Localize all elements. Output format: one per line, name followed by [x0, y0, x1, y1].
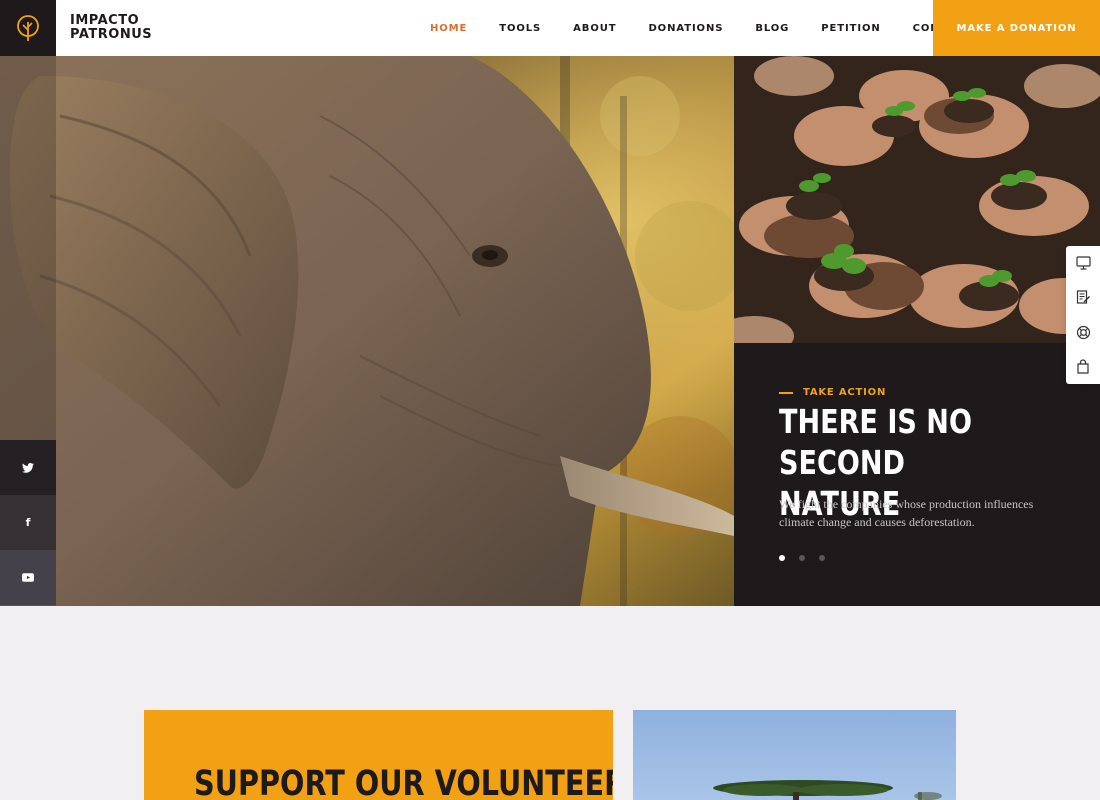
- hero-content-panel: TAKE ACTION THERE IS NO SECOND NATURE We…: [734, 343, 1100, 606]
- twitter-link[interactable]: [0, 440, 56, 495]
- brand-name[interactable]: IMPACTO PATRONUS: [70, 14, 152, 42]
- hands-plants-photo: [734, 56, 1100, 343]
- brand-line-2: PATRONUS: [70, 27, 153, 42]
- nav-home[interactable]: HOME: [430, 23, 467, 34]
- side-tools-panel: [1066, 246, 1100, 384]
- logo[interactable]: [0, 0, 56, 56]
- side-support-button[interactable]: [1066, 315, 1100, 350]
- support-icon: [1076, 325, 1090, 339]
- nav-petition[interactable]: PETITION: [821, 23, 880, 34]
- main-nav: HOME TOOLS ABOUT DONATIONS BLOG PETITION…: [430, 0, 1011, 56]
- section-title: SUPPORT OUR VOLUNTEER: [194, 764, 613, 800]
- eyebrow-line: [779, 391, 793, 394]
- youtube-link[interactable]: [0, 550, 56, 605]
- hero-eyebrow: TAKE ACTION: [779, 387, 886, 398]
- document-edit-icon: [1076, 290, 1090, 304]
- tree-icon: [17, 15, 39, 41]
- monitor-icon: [1075, 256, 1091, 270]
- facebook-icon: f: [25, 516, 31, 529]
- brand-line-1: IMPACTO: [70, 13, 140, 28]
- slider-dot-1[interactable]: [779, 555, 785, 561]
- facebook-link[interactable]: f: [0, 495, 56, 550]
- hero-description: We fight the companies whose production …: [779, 497, 1034, 529]
- volunteer-cta-box: SUPPORT OUR VOLUNTEER: [144, 710, 613, 800]
- slider-dot-3[interactable]: [819, 555, 825, 561]
- site-header: IMPACTO PATRONUS HOME TOOLS ABOUT DONATI…: [0, 0, 1100, 56]
- slider-dot-2[interactable]: [799, 555, 805, 561]
- eyebrow-text: TAKE ACTION: [803, 387, 887, 398]
- nav-about[interactable]: ABOUT: [573, 23, 616, 34]
- make-donation-button[interactable]: MAKE A DONATION: [933, 0, 1100, 56]
- side-shop-button[interactable]: [1066, 350, 1100, 385]
- twitter-icon: [22, 462, 34, 473]
- elephant-photo: [0, 56, 734, 606]
- nav-blog[interactable]: BLOG: [755, 23, 789, 34]
- nav-donations[interactable]: DONATIONS: [648, 23, 723, 34]
- shopping-bag-icon: [1077, 359, 1089, 374]
- side-demo-button[interactable]: [1066, 246, 1100, 281]
- nav-tools[interactable]: TOOLS: [499, 23, 541, 34]
- acacia-tree-photo: [633, 710, 956, 800]
- slider-dots: [779, 555, 839, 561]
- youtube-icon: [22, 573, 34, 582]
- side-docs-button[interactable]: [1066, 281, 1100, 316]
